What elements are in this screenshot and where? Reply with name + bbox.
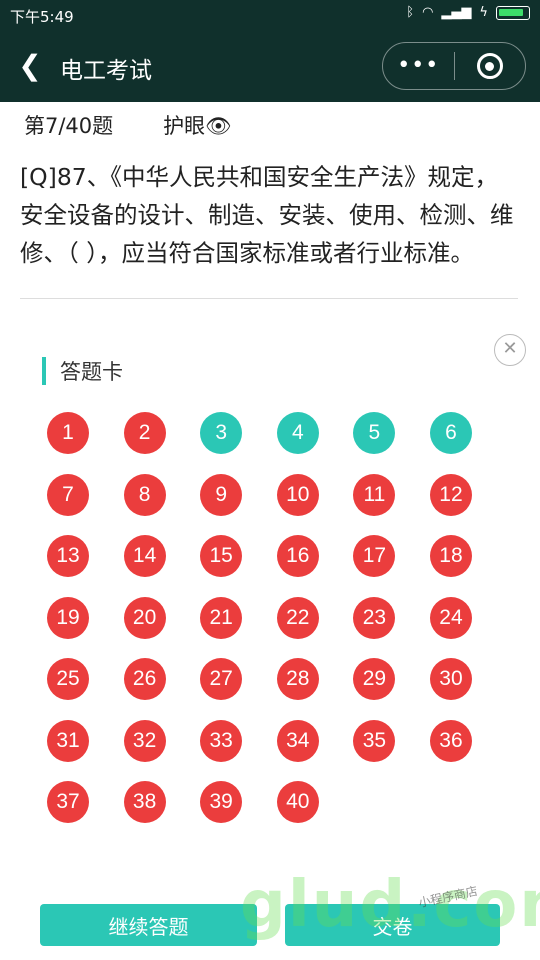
answer-number-29[interactable]: 29	[353, 658, 396, 700]
nav-bar: ❮ 电工考试 •••	[0, 30, 540, 102]
wifi-icon: ◠	[422, 5, 434, 20]
answer-number-16[interactable]: 16	[276, 535, 319, 577]
eye-mode-toggle[interactable]: 护眼👁	[163, 110, 232, 140]
submit-button[interactable]: 交卷	[285, 904, 500, 946]
system-icons: ᛒ ◠ ▂▄▆ ϟ	[406, 5, 530, 20]
answer-number-12[interactable]: 12	[429, 473, 472, 516]
answer-number-28[interactable]: 28	[276, 658, 319, 700]
answer-number-5[interactable]: 5	[353, 412, 396, 454]
answer-number-3[interactable]: 3	[200, 412, 243, 454]
answer-number-9[interactable]: 9	[200, 473, 243, 516]
target-close-icon[interactable]	[455, 53, 526, 79]
answer-number-15[interactable]: 15	[200, 535, 243, 577]
question-divider	[20, 298, 518, 299]
answer-number-13[interactable]: 13	[47, 535, 89, 577]
answer-number-11[interactable]: 11	[353, 473, 396, 516]
answer-number-18[interactable]: 18	[429, 535, 472, 577]
answer-number-10[interactable]: 10	[276, 473, 319, 516]
answer-number-24[interactable]: 24	[429, 596, 472, 639]
question-panel: 第7/40题 护眼👁 [Q]87、《中华人民共和国安全生产法》规定，安全设备的设…	[0, 102, 540, 320]
answer-number-36[interactable]: 36	[429, 719, 472, 762]
continue-button[interactable]: 继续答题	[40, 904, 257, 946]
title-accent-bar	[42, 357, 46, 385]
more-dots-icon[interactable]: •••	[383, 42, 454, 90]
question-text: [Q]87、《中华人民共和国安全生产法》规定，安全设备的设计、制造、安装、使用、…	[20, 163, 514, 267]
answer-number-35[interactable]: 35	[353, 719, 396, 762]
answer-number-38[interactable]: 38	[123, 781, 166, 823]
mini-program-capsule: •••	[382, 42, 526, 90]
answer-number-20[interactable]: 20	[123, 596, 166, 639]
battery-icon	[496, 5, 530, 20]
answer-number-26[interactable]: 26	[123, 658, 166, 700]
answer-card-sheet: 答题卡 ✕ 1 2 3 4 5 6 7 8 9 10 11 12 13 14 15 16 17 18 19 20 21 2…	[0, 320, 540, 960]
answer-grid: 1 2 3 4 5 6 7 8 9 10 11 12 13 14 15 16 17 18 19 20 21 22 23 24 2…	[47, 412, 477, 823]
answer-number-34[interactable]: 34	[276, 719, 319, 762]
answer-number-27[interactable]: 27	[200, 658, 243, 700]
charging-icon: ϟ	[479, 5, 488, 20]
answer-number-39[interactable]: 39	[200, 781, 243, 823]
answer-number-7[interactable]: 7	[47, 473, 89, 516]
answer-number-19[interactable]: 19	[47, 596, 89, 639]
answer-number-37[interactable]: 37	[47, 781, 89, 823]
close-circle-icon[interactable]: ✕	[494, 334, 526, 366]
answer-number-32[interactable]: 32	[123, 719, 166, 762]
signal-icon: ▂▄▆	[441, 5, 472, 20]
status-bar: 下午5:49 ᛒ ◠ ▂▄▆ ϟ	[0, 0, 540, 30]
answer-card-header: 答题卡	[42, 356, 123, 386]
bluetooth-icon: ᛒ	[406, 5, 415, 20]
answer-number-33[interactable]: 33	[200, 719, 243, 762]
answer-card-title: 答题卡	[60, 360, 123, 384]
answer-number-21[interactable]: 21	[200, 596, 243, 639]
status-time: 下午5:49	[10, 8, 74, 26]
eye-icon: 👁	[205, 114, 232, 138]
answer-number-40[interactable]: 40	[276, 781, 319, 823]
eye-mode-label: 护眼	[163, 114, 206, 138]
answer-number-22[interactable]: 22	[276, 596, 319, 639]
answer-number-17[interactable]: 17	[353, 535, 396, 577]
chevron-left-icon[interactable]: ❮	[14, 50, 46, 82]
answer-number-6[interactable]: 6	[429, 412, 472, 454]
answer-number-23[interactable]: 23	[353, 596, 396, 639]
answer-number-8[interactable]: 8	[123, 473, 166, 516]
question-progress: 第7/40题	[24, 114, 114, 138]
answer-number-1[interactable]: 1	[47, 412, 89, 454]
answer-number-30[interactable]: 30	[429, 658, 472, 700]
answer-number-2[interactable]: 2	[123, 412, 166, 454]
answer-number-25[interactable]: 25	[47, 658, 89, 700]
question-meta: 第7/40题 护眼👁	[24, 110, 232, 140]
answer-number-4[interactable]: 4	[276, 412, 319, 454]
page-title: 电工考试	[60, 58, 152, 84]
answer-number-31[interactable]: 31	[47, 719, 89, 762]
answer-number-14[interactable]: 14	[123, 535, 166, 577]
